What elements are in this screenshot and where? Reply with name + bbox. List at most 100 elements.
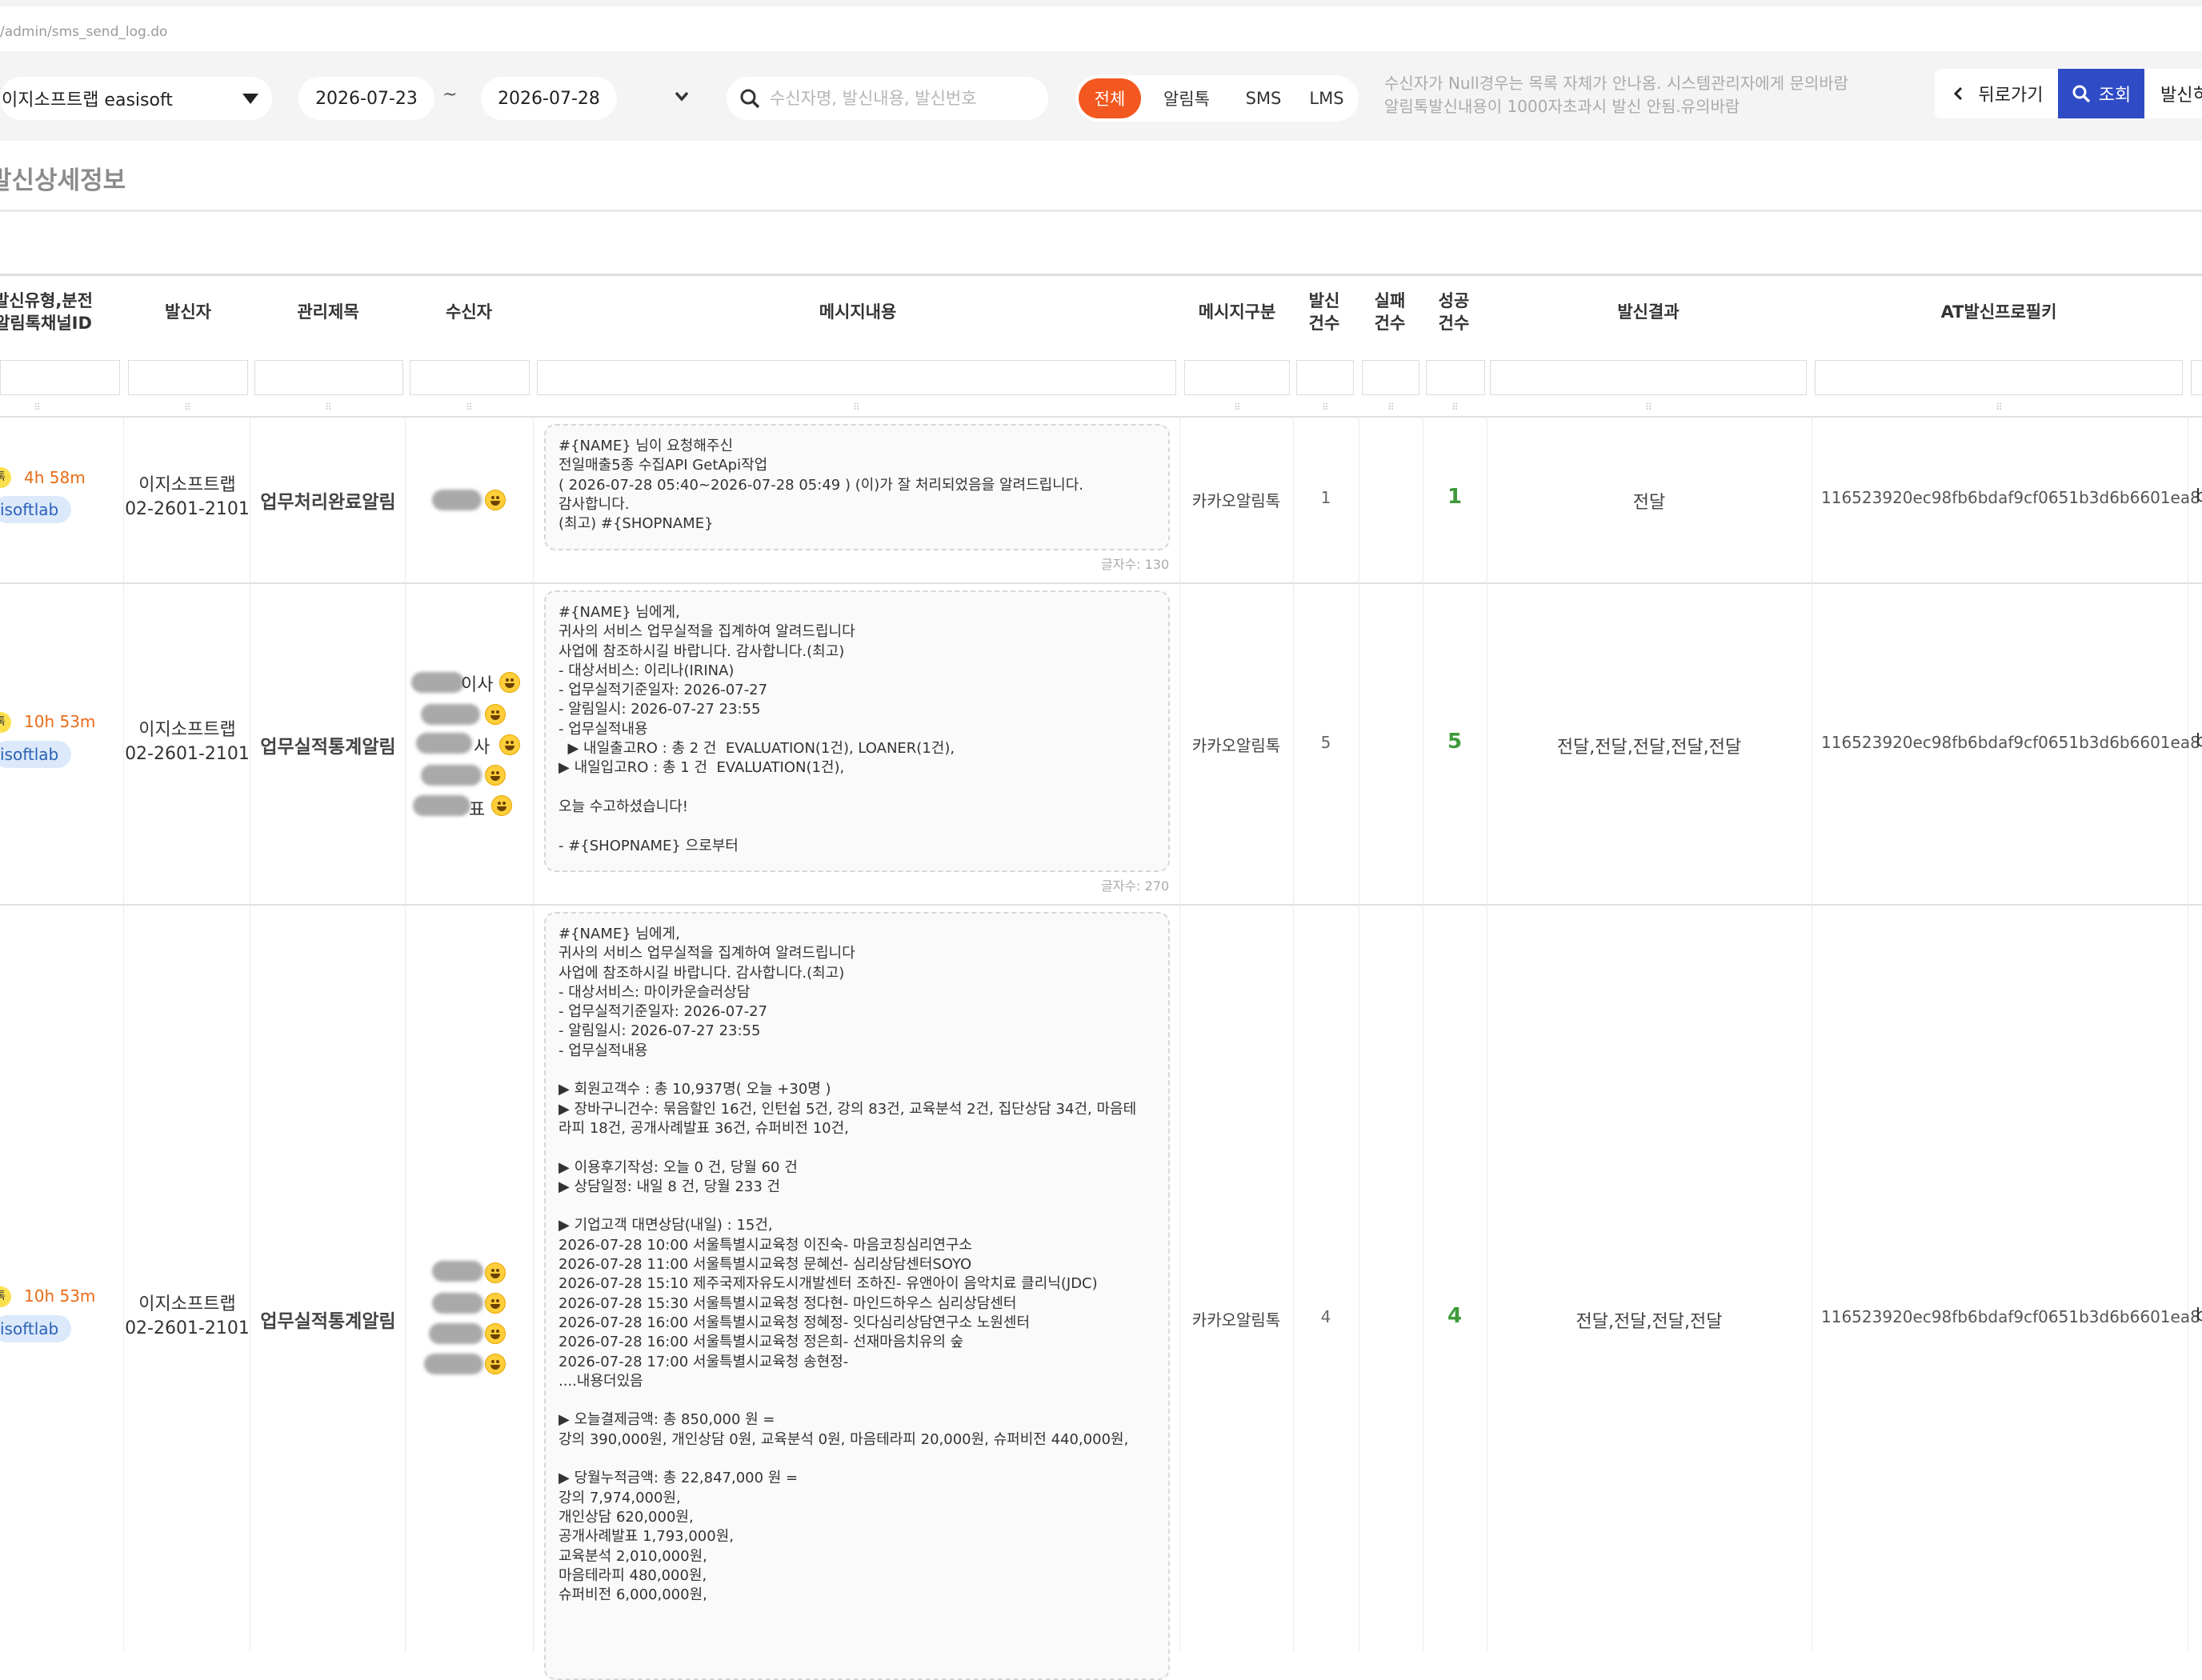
notice-text: 수신자가 Null경우는 목록 자체가 안나옴. 시스템관리자에게 문의바람 알… xyxy=(1384,72,1848,118)
date-from-input[interactable]: 2026-07-23 xyxy=(298,77,434,120)
smile-emoji-icon xyxy=(485,490,506,510)
title-cell: 업무실적통계알림 xyxy=(260,737,396,758)
date-to-value: 2026-07-28 xyxy=(498,88,600,109)
recipient-suffix: 표 xyxy=(469,800,486,820)
header-sent: 발신 건수 xyxy=(1296,290,1352,334)
type-lms-button[interactable]: LMS xyxy=(1298,78,1355,118)
elapsed-time: 10h 53m xyxy=(24,712,96,731)
header-recipient: 수신자 xyxy=(446,302,492,322)
profile-key: 116523920ec98fb6bdaf9cf0651b3d6b6601ea81 xyxy=(1821,1307,2202,1326)
type-alimtalk-button[interactable]: 알림톡 xyxy=(1149,78,1224,118)
header-success-line2: 건수 xyxy=(1438,314,1470,333)
result-cell: 전달,전달,전달,전달 xyxy=(1575,1312,1723,1332)
smile-emoji-icon xyxy=(499,734,520,755)
header-sent-line2: 건수 xyxy=(1308,314,1340,333)
filter-msgtype-input[interactable] xyxy=(1184,360,1290,395)
sender-cell: 이지소프트랩 02-2601-2101 xyxy=(125,1293,250,1341)
redacted-recipient xyxy=(432,1261,483,1282)
search-button[interactable]: 조회 xyxy=(2058,69,2144,118)
resize-handle[interactable]: ⠿ xyxy=(325,402,332,413)
msgtype-cell: 카카오알림톡 xyxy=(1191,736,1281,755)
header-result: 발신결과 xyxy=(1617,302,1680,322)
filter-sent-input[interactable] xyxy=(1296,360,1354,395)
redacted-recipient xyxy=(424,1354,483,1374)
redacted-recipient xyxy=(421,704,480,725)
channel-badge: isoftlab xyxy=(0,741,72,768)
filter-extra-input[interactable] xyxy=(2191,360,2202,395)
send-button[interactable]: 발신히 xyxy=(2144,69,2202,118)
msgtype-cell: 카카오알림톡 xyxy=(1191,1310,1281,1330)
header-type: 발신유형,분전 알림톡채널ID xyxy=(0,290,99,334)
search-icon xyxy=(740,89,760,109)
char-count: 글자수: 130 xyxy=(1101,557,1170,572)
resize-handle[interactable]: ⠿ xyxy=(853,402,860,413)
resize-handle[interactable]: ⠿ xyxy=(1387,402,1395,413)
resize-handle[interactable]: ⠿ xyxy=(184,402,191,413)
caret-down-icon xyxy=(242,94,258,104)
header-success-line1: 성공 xyxy=(1438,291,1470,310)
resize-handle[interactable]: ⠿ xyxy=(1451,402,1459,413)
filter-result-input[interactable] xyxy=(1490,360,1807,395)
filter-recipient-input[interactable] xyxy=(410,360,530,395)
filter-title-input[interactable] xyxy=(254,360,403,395)
message-type-filter: 전체 알림톡 SMS LMS xyxy=(1075,75,1359,122)
smile-emoji-icon xyxy=(491,795,512,816)
header-fail: 실패 건수 xyxy=(1362,290,1418,334)
filter-message-input[interactable] xyxy=(537,360,1176,395)
filter-profile-input[interactable] xyxy=(1815,360,2183,395)
col-divider xyxy=(1293,416,1294,1651)
sender-name: 이지소프트랩 xyxy=(138,1294,236,1314)
msgtype-cell: 카카오알림톡 xyxy=(1191,491,1281,510)
redacted-recipient xyxy=(411,672,464,693)
message-content: #{NAME} 님에게, 귀사의 서비스 업무실적을 집계하여 알려드립니다 사… xyxy=(544,590,1170,872)
profile-key: 116523920ec98fb6bdaf9cf0651b3d6b6601ea81 xyxy=(1821,733,2202,752)
notice-line-1: 수신자가 Null경우는 목록 자체가 안나옴. 시스템관리자에게 문의바람 xyxy=(1384,74,1849,93)
col-divider xyxy=(1179,416,1180,1651)
redacted-recipient xyxy=(429,1323,483,1344)
search-field[interactable] xyxy=(727,77,1048,120)
elapsed-time: 4h 58m xyxy=(24,468,86,487)
date-to-input[interactable]: 2026-07-28 xyxy=(481,77,617,120)
filter-success-input[interactable] xyxy=(1426,360,1485,395)
back-button[interactable]: 뒤로가기 xyxy=(1935,69,2058,118)
sender-name: 이지소프트랩 xyxy=(138,475,236,495)
header-fail-line2: 건수 xyxy=(1374,314,1406,333)
type-sms-button[interactable]: SMS xyxy=(1229,78,1298,118)
header-type-line1: 발신유형,분전 xyxy=(0,291,93,310)
resize-handle[interactable]: ⠿ xyxy=(1645,402,1652,413)
filter-sender-input[interactable] xyxy=(128,360,248,395)
profile-key: 116523920ec98fb6bdaf9cf0651b3d6b6601ea81 xyxy=(1821,488,2202,507)
channel-badge: isoftlab xyxy=(0,496,72,523)
resize-handle[interactable]: ⠿ xyxy=(1996,402,2003,413)
resize-handle[interactable]: ⠿ xyxy=(1322,402,1329,413)
success-count: 1 xyxy=(1447,485,1463,509)
smile-emoji-icon xyxy=(485,1323,506,1344)
success-count: 4 xyxy=(1447,1304,1463,1328)
search-input[interactable] xyxy=(768,88,1032,109)
recipient-suffix: 사 xyxy=(474,738,490,758)
resize-handle[interactable]: ⠿ xyxy=(466,402,473,413)
smile-emoji-icon xyxy=(485,1262,506,1283)
resize-handle[interactable]: ⠿ xyxy=(1234,402,1241,413)
result-cell: 전달 xyxy=(1632,493,1666,513)
filter-fail-input[interactable] xyxy=(1362,360,1419,395)
smile-emoji-icon xyxy=(499,672,520,693)
company-select[interactable]: 이지소프트랩 easisoft xyxy=(0,77,272,120)
sent-count: 4 xyxy=(1320,1307,1331,1326)
truncated-cell: b xyxy=(2196,486,2202,506)
row-divider xyxy=(0,904,2202,906)
col-divider xyxy=(405,416,406,1651)
truncated-cell: b xyxy=(2196,731,2202,751)
url-path: /admin/sms_send_log.do xyxy=(0,6,2202,51)
header-fail-line1: 실패 xyxy=(1374,291,1406,310)
date-from-value: 2026-07-23 xyxy=(315,88,418,109)
redacted-recipient xyxy=(432,490,482,510)
chevron-down-icon[interactable] xyxy=(672,86,691,106)
redacted-recipient xyxy=(421,765,482,786)
filter-type-input[interactable] xyxy=(0,360,120,395)
type-all-button[interactable]: 전체 xyxy=(1079,78,1141,118)
redacted-recipient xyxy=(413,795,470,816)
table-top-border xyxy=(0,274,2202,276)
header-success: 성공 건수 xyxy=(1426,290,1482,334)
resize-handle[interactable]: ⠿ xyxy=(34,402,41,413)
